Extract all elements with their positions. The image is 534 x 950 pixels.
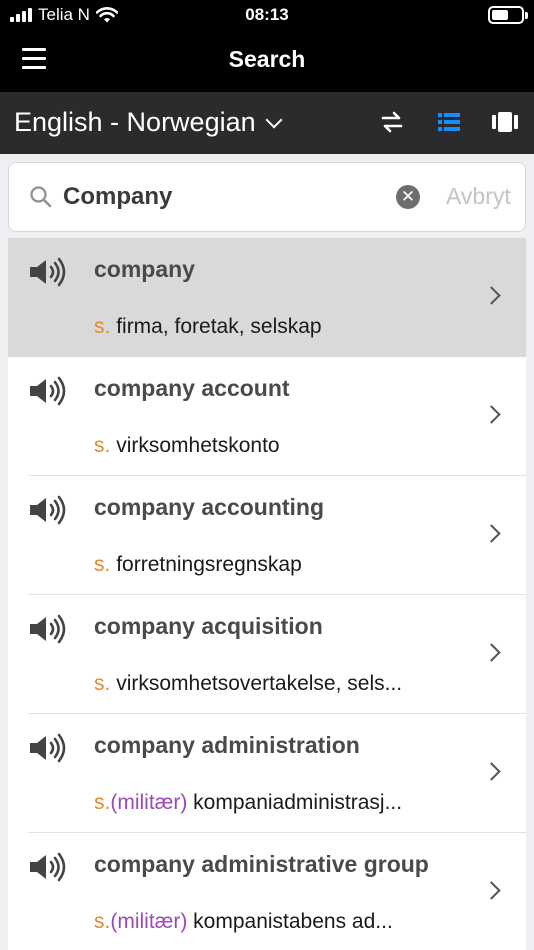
chevron-right-icon bbox=[482, 762, 501, 781]
speaker-icon[interactable] bbox=[28, 733, 66, 768]
translation-text: forretningsregnskap bbox=[116, 553, 302, 576]
search-area: Company ✕ Avbryt bbox=[0, 154, 534, 238]
list-item[interactable]: company accounting s. forretningsregnskap bbox=[8, 476, 526, 595]
part-of-speech: s. bbox=[94, 791, 111, 814]
entry-translation: s. firma, foretak, selskap bbox=[94, 315, 464, 339]
part-of-speech: s. bbox=[94, 434, 111, 457]
chevron-right-icon bbox=[482, 524, 501, 543]
part-of-speech: s. bbox=[94, 553, 111, 576]
swap-arrows-icon[interactable] bbox=[380, 110, 404, 134]
speaker-icon[interactable] bbox=[28, 495, 66, 530]
translation-text: virksomhetskonto bbox=[116, 434, 280, 457]
list-item[interactable]: company administrative group s.(militær) … bbox=[8, 833, 526, 950]
list-item[interactable]: company s. firma, foretak, selskap bbox=[8, 238, 526, 357]
chevron-right-icon bbox=[482, 286, 501, 305]
search-icon bbox=[30, 186, 52, 208]
chevron-right-icon bbox=[482, 405, 501, 424]
nav-bar: Search bbox=[0, 30, 534, 92]
list-item[interactable]: company acquisition s. virksomhetsovertak… bbox=[8, 595, 526, 714]
entry-translation: s. forretningsregnskap bbox=[94, 553, 464, 577]
translation-text: kompanistabens ad... bbox=[193, 910, 393, 933]
search-input[interactable]: Company ✕ Avbryt bbox=[8, 162, 526, 232]
status-bar: Telia N 08:13 bbox=[0, 0, 534, 30]
page-title: Search bbox=[228, 46, 306, 72]
speaker-icon[interactable] bbox=[28, 614, 66, 649]
part-of-speech: s. bbox=[94, 672, 111, 695]
speaker-icon[interactable] bbox=[28, 376, 66, 411]
list-item[interactable]: company account s. virksomhetskonto bbox=[8, 357, 526, 476]
chevron-down-icon bbox=[265, 111, 283, 128]
entry-translation: s. virksomhetsovertakelse, sels... bbox=[94, 672, 464, 696]
entry-term: company administrative group bbox=[94, 851, 429, 877]
entry-translation: s.(militær) kompaniadministrasj... bbox=[94, 791, 464, 815]
search-query[interactable]: Company bbox=[63, 183, 172, 211]
status-time: 08:13 bbox=[245, 5, 289, 24]
list-item[interactable]: company administration s.(militær) kompan… bbox=[8, 714, 526, 833]
entry-term: company administration bbox=[94, 732, 360, 758]
cancel-button[interactable]: Avbryt bbox=[446, 183, 511, 210]
part-of-speech: s. bbox=[94, 910, 111, 933]
part-of-speech: s. bbox=[94, 315, 111, 338]
entry-term: company account bbox=[94, 375, 290, 401]
translation-text: firma, foretak, selskap bbox=[116, 315, 322, 338]
results-list: company s. firma, foretak, selskap company… bbox=[8, 238, 526, 950]
language-label: English - Norwegian bbox=[14, 107, 256, 137]
translation-text: kompaniadministrasj... bbox=[193, 791, 403, 814]
card-view-icon[interactable] bbox=[492, 110, 518, 134]
entry-translation: s.(militær) kompanistabens ad... bbox=[94, 910, 464, 934]
speaker-icon[interactable] bbox=[28, 852, 66, 887]
battery-icon bbox=[488, 6, 528, 24]
chevron-right-icon bbox=[482, 643, 501, 662]
domain-label: (militær) bbox=[110, 791, 188, 814]
chevron-right-icon bbox=[482, 881, 501, 900]
clear-search-button[interactable]: ✕ bbox=[396, 185, 420, 209]
language-selector[interactable]: English - Norwegian bbox=[14, 107, 283, 138]
domain-label: (militær) bbox=[110, 910, 188, 933]
speaker-icon[interactable] bbox=[28, 257, 66, 292]
entry-translation: s. virksomhetskonto bbox=[94, 434, 464, 458]
entry-term: company accounting bbox=[94, 494, 325, 520]
entry-term: company bbox=[94, 256, 195, 282]
translation-text: virksomhetsovertakelse, sels... bbox=[116, 672, 403, 695]
entry-term: company acquisition bbox=[94, 613, 323, 639]
language-bar: English - Norwegian bbox=[0, 92, 534, 154]
list-view-icon[interactable] bbox=[437, 110, 461, 134]
